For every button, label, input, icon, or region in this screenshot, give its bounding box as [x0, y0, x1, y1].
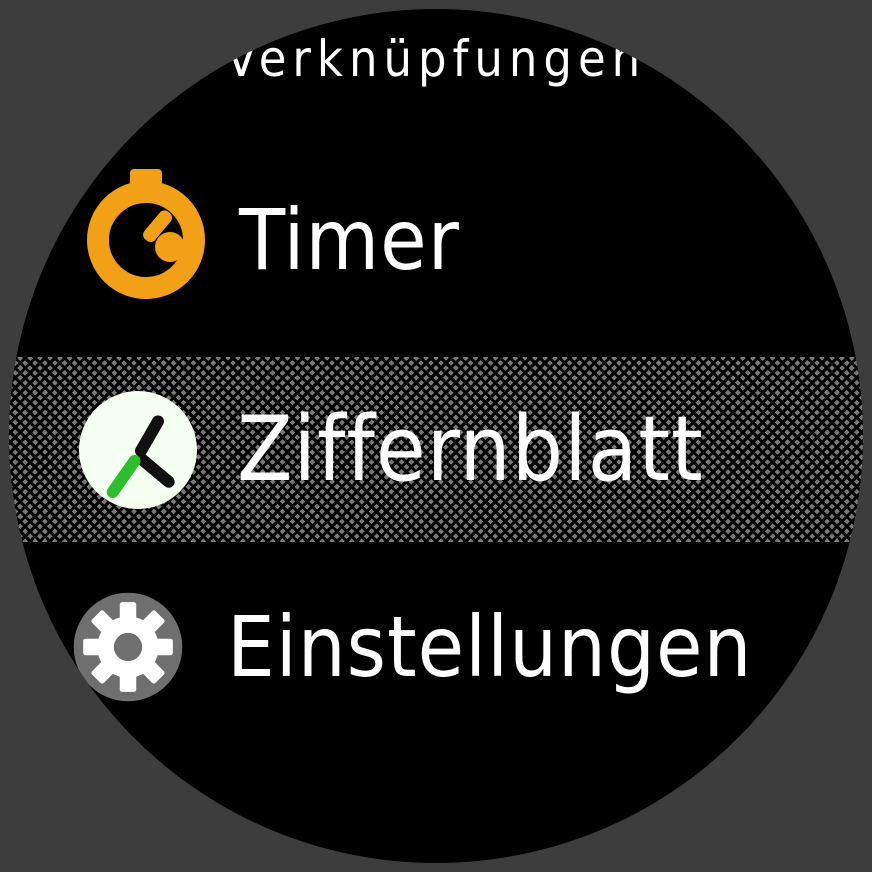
- stopwatch-icon: [87, 181, 205, 299]
- menu-item-settings[interactable]: Einstellungen: [9, 564, 863, 729]
- menu-item-label: Einstellungen: [227, 598, 752, 696]
- page-title: Verknüpfungen: [9, 31, 863, 87]
- menu-item-label: Timer: [239, 191, 460, 289]
- watch-face: Verknüpfungen Timer Ziffernblatt: [9, 9, 863, 863]
- menu-item-watchface[interactable]: Ziffernblatt: [9, 357, 863, 542]
- gear-icon: [69, 588, 187, 706]
- menu-item-label: Ziffernblatt: [237, 397, 704, 502]
- menu-item-timer[interactable]: Timer: [9, 157, 863, 322]
- watchface-icon: [79, 391, 197, 509]
